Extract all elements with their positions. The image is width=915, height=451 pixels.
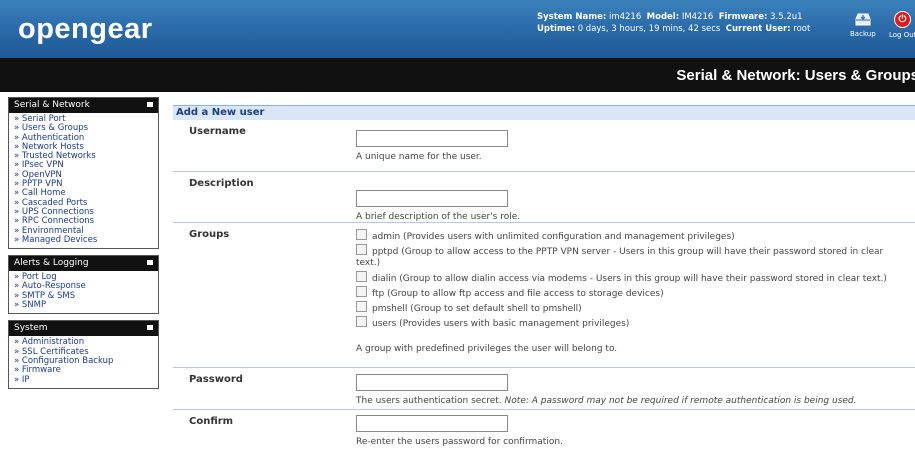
menu-serial-network: Serial & Network Serial Port Users & Gro… bbox=[8, 97, 159, 250]
groups-row: Groups admin (Provides users with unlimi… bbox=[173, 223, 915, 368]
model-value: IM4216 bbox=[681, 12, 714, 22]
group-option-label: text.) bbox=[356, 258, 381, 268]
password-input[interactable] bbox=[356, 374, 508, 391]
backup-button[interactable]: Backup bbox=[850, 11, 876, 38]
sidebar-item-ip[interactable]: IP bbox=[14, 375, 158, 385]
password-note: Note: A password may not be required if … bbox=[504, 396, 857, 406]
confirm-label: Confirm bbox=[189, 416, 234, 427]
password-label: Password bbox=[189, 374, 243, 385]
system-info: System Name: im4216 Model: IM4216 Firmwa… bbox=[537, 11, 810, 35]
app-header: opengear System Name: im4216 Model: IM42… bbox=[0, 0, 915, 58]
groups-help: A group with predefined privileges the u… bbox=[356, 344, 618, 354]
ftp-checkbox[interactable] bbox=[356, 286, 367, 297]
groups-label: Groups bbox=[189, 229, 230, 240]
collapse-icon[interactable] bbox=[147, 260, 153, 266]
title-bar: Serial & Network: Users & Groups bbox=[0, 58, 915, 92]
group-option-label: admin (Provides users with unlimited con… bbox=[372, 232, 735, 242]
username-row: Username A unique name for the user. bbox=[173, 120, 915, 172]
power-icon: ⏻ bbox=[894, 11, 911, 28]
menu-alerts-logging: Alerts & Logging Port Log Auto-Response … bbox=[8, 255, 159, 315]
page-title: Serial & Network: Users & Groups bbox=[676, 67, 915, 84]
collapse-icon[interactable] bbox=[147, 102, 153, 107]
pptpd-checkbox[interactable] bbox=[356, 244, 367, 255]
group-option-label: pmshell (Group to set default shell to p… bbox=[372, 304, 582, 314]
menu-title: Alerts & Logging bbox=[14, 258, 89, 269]
logout-label: Log Out bbox=[889, 31, 915, 39]
password-help: The users authentication secret. Note: A… bbox=[356, 396, 857, 406]
sidebar-item-firmware[interactable]: Firmware bbox=[14, 365, 158, 375]
users-checkbox[interactable] bbox=[356, 316, 367, 327]
form-heading: Add a New user bbox=[173, 105, 915, 120]
system-name-label: System Name: bbox=[537, 12, 607, 22]
dialin-checkbox[interactable] bbox=[356, 271, 367, 282]
group-option-pptpd[interactable]: pptpd (Group to allow access to the PPTP… bbox=[356, 244, 883, 258]
group-option-dialin[interactable]: dialin (Group to allow dialin access via… bbox=[356, 271, 887, 285]
sidebar-item-snmp[interactable]: SNMP bbox=[14, 300, 158, 310]
menu-header[interactable]: Alerts & Logging bbox=[9, 256, 158, 272]
menu-system: System Administration SSL Certificates C… bbox=[8, 320, 159, 389]
username-label: Username bbox=[189, 126, 246, 137]
collapse-icon[interactable] bbox=[147, 325, 153, 331]
group-option-label: pptpd (Group to allow access to the PPTP… bbox=[372, 247, 884, 257]
uptime-value: 0 days, 3 hours, 19 mins, 42 secs bbox=[577, 24, 721, 34]
menu-header[interactable]: System bbox=[9, 321, 158, 337]
group-option-users[interactable]: users (Provides users with basic managem… bbox=[356, 316, 629, 330]
confirm-input[interactable] bbox=[356, 415, 508, 432]
uptime-label: Uptime: bbox=[537, 24, 575, 34]
current-user-label: Current User: bbox=[725, 24, 791, 34]
group-option-label: dialin (Group to allow dialin access via… bbox=[372, 274, 887, 284]
opengear-logo[interactable]: opengear bbox=[18, 13, 153, 46]
username-input[interactable] bbox=[356, 130, 508, 147]
username-help: A unique name for the user. bbox=[356, 152, 482, 162]
group-option-label: ftp (Group to allow ftp access and file … bbox=[372, 289, 664, 299]
admin-checkbox[interactable] bbox=[356, 229, 367, 240]
confirm-help: Re-enter the users password for confirma… bbox=[356, 437, 563, 447]
group-option-pmshell[interactable]: pmshell (Group to set default shell to p… bbox=[356, 301, 582, 315]
add-user-form: Add a New user Username A unique name fo… bbox=[173, 105, 915, 451]
backup-label: Backup bbox=[850, 30, 876, 38]
sidebar: Serial & Network Serial Port Users & Gro… bbox=[8, 97, 159, 395]
description-label: Description bbox=[189, 178, 254, 189]
description-help: A brief description of the user's role. bbox=[356, 212, 521, 222]
backup-icon bbox=[855, 13, 871, 26]
current-user-value: root bbox=[793, 24, 811, 34]
password-row: Password The users authentication secret… bbox=[173, 368, 915, 410]
sidebar-item-managed-devices[interactable]: Managed Devices bbox=[14, 235, 158, 245]
group-option-label: users (Provides users with basic managem… bbox=[372, 319, 630, 329]
description-input[interactable] bbox=[356, 190, 508, 207]
password-help-text: The users authentication secret. bbox=[356, 396, 502, 406]
logout-button[interactable]: ⏻ Log Out bbox=[889, 11, 915, 39]
menu-header[interactable]: Serial & Network bbox=[9, 98, 158, 113]
group-option-ftp[interactable]: ftp (Group to allow ftp access and file … bbox=[356, 286, 664, 300]
menu-title: Serial & Network bbox=[14, 100, 90, 110]
menu-title: System bbox=[14, 323, 48, 334]
firmware-value: 3.5.2u1 bbox=[770, 12, 803, 22]
model-label: Model: bbox=[646, 12, 680, 22]
pmshell-checkbox[interactable] bbox=[356, 301, 367, 312]
group-option-pptpd-continued: text.) bbox=[356, 257, 380, 269]
group-option-admin[interactable]: admin (Provides users with unlimited con… bbox=[356, 229, 735, 243]
firmware-label: Firmware: bbox=[718, 12, 768, 22]
description-row: Description A brief description of the u… bbox=[173, 172, 915, 223]
system-name-value: im4216 bbox=[608, 12, 642, 22]
